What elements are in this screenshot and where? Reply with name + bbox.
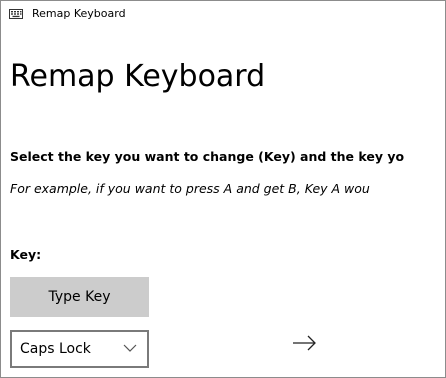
key-label: Key: <box>10 247 42 262</box>
title-bar[interactable]: Remap Keyboard <box>1 1 445 27</box>
chevron-down-icon <box>123 344 137 352</box>
key-dropdown[interactable]: Caps Lock <box>10 330 149 368</box>
remap-keyboard-window: Remap Keyboard Remap Keyboard Select the… <box>0 0 446 378</box>
type-key-button[interactable]: Type Key <box>10 277 149 317</box>
window-title: Remap Keyboard <box>32 7 126 20</box>
example-text: For example, if you want to press A and … <box>10 181 370 196</box>
page-title: Remap Keyboard <box>10 59 266 94</box>
key-dropdown-value: Caps Lock <box>20 341 91 357</box>
right-arrow-icon <box>293 335 316 351</box>
instruction-text: Select the key you want to change (Key) … <box>10 149 405 164</box>
keyboard-icon <box>9 9 23 19</box>
